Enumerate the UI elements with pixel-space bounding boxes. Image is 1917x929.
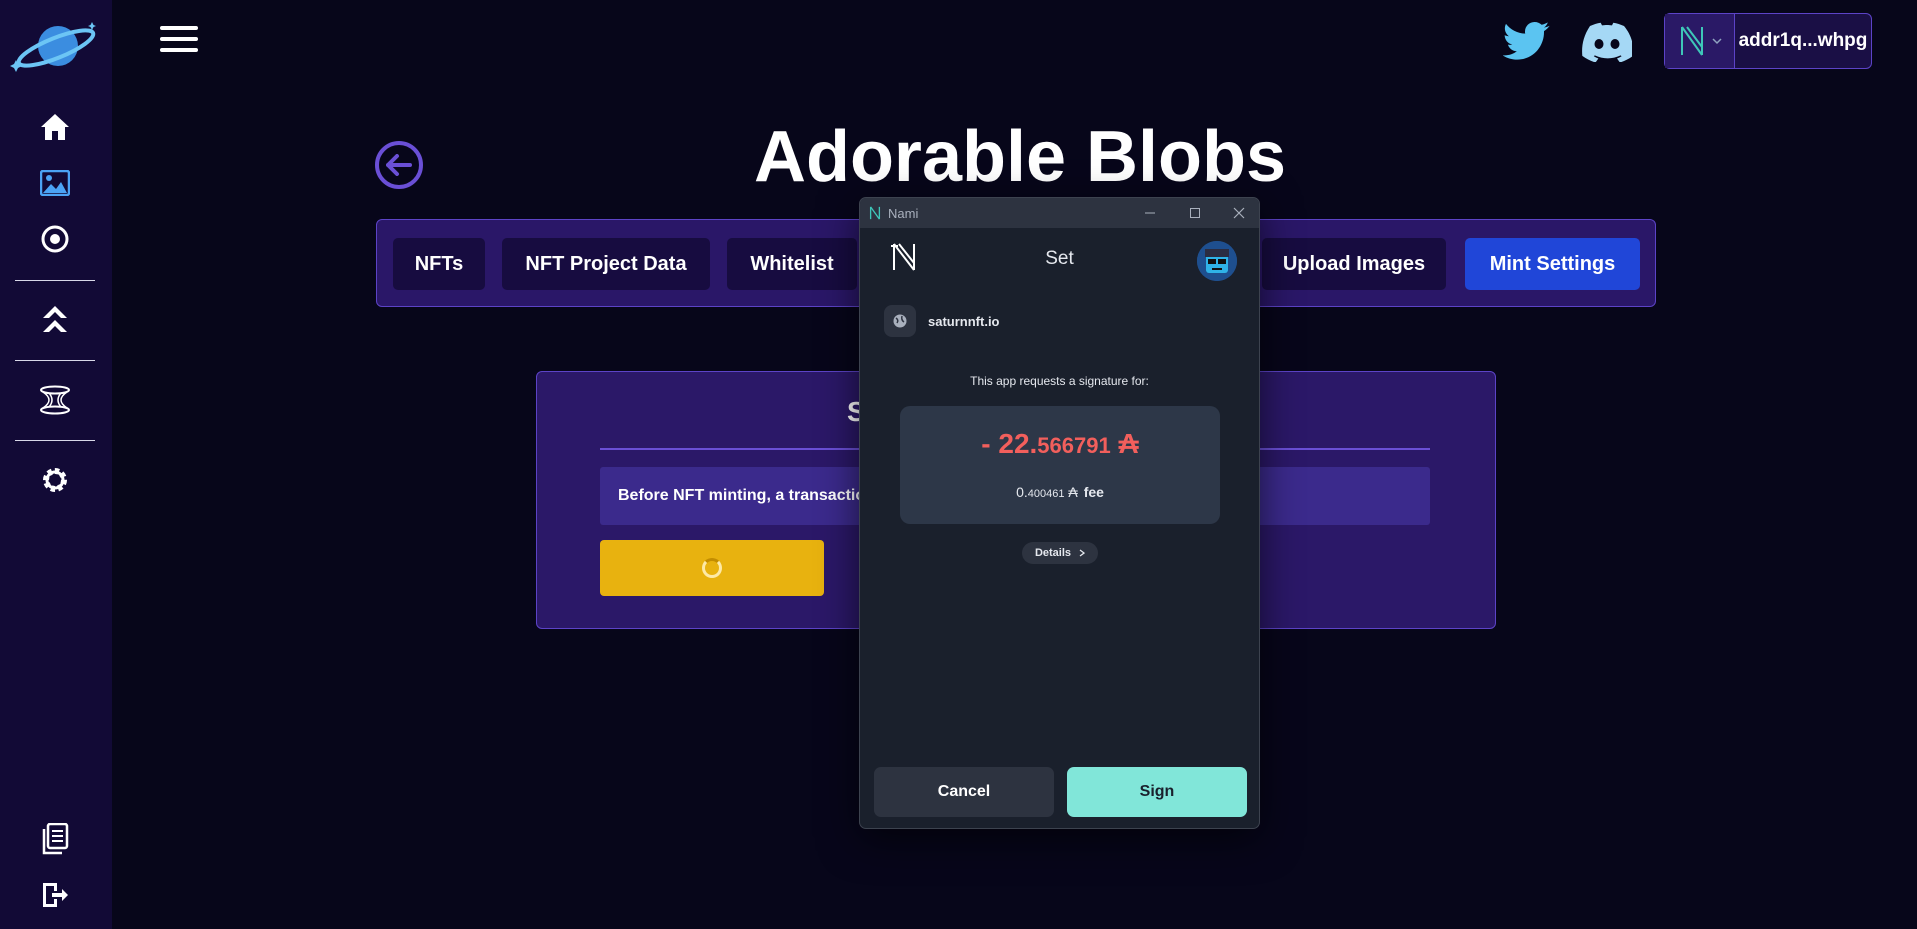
discord-icon[interactable] [1582,22,1632,62]
tab-upload-images[interactable]: Upload Images [1262,238,1446,290]
ada-symbol-icon: ₳ [1118,428,1139,459]
chevrons-up-icon[interactable] [38,302,72,336]
avatar[interactable] [1197,241,1237,281]
nami-logo-icon [891,243,915,271]
menu-hamburger-icon[interactable] [160,26,198,56]
request-origin: saturnnft.io [884,305,1000,337]
saturn-logo[interactable] [10,16,102,76]
fee-decimal: 400461 [1027,488,1065,500]
sidebar-divider [15,360,95,361]
back-button[interactable] [375,141,423,189]
logout-icon[interactable] [38,878,72,912]
close-icon[interactable] [1217,198,1259,228]
nami-wallet-popup: Nami Set saturnnft.io This app requests … [859,197,1260,829]
amount-value: - 22.566791 ₳ [900,428,1220,460]
home-icon[interactable] [38,110,72,144]
wallet-selector[interactable] [1665,14,1735,68]
globe-icon [884,305,916,337]
cable-icon[interactable] [38,383,72,417]
nami-window-icon [869,206,881,220]
document-icon[interactable] [38,822,72,856]
amount-box: - 22.566791 ₳ 0.400461 ₳ fee [900,406,1220,524]
minimize-icon[interactable] [1128,198,1172,228]
sidebar [0,0,112,929]
origin-url: saturnnft.io [928,313,1000,329]
chevron-down-icon [1711,38,1722,45]
target-icon[interactable] [38,222,72,256]
fee-value: 0.400461 ₳ fee [900,484,1220,500]
amount-decimal: 566791 [1037,433,1111,458]
action-button[interactable] [600,540,824,596]
sidebar-divider [15,280,95,281]
wallet-address: addr1q...whpg [1738,30,1868,51]
fee-label: fee [1083,484,1104,500]
popup-header-title: Set [1045,248,1074,269]
arrow-left-icon [386,154,412,176]
request-text: This app requests a signature for: [970,374,1149,388]
image-icon[interactable] [38,166,72,200]
tab-mint-settings[interactable]: Mint Settings [1465,238,1640,290]
info-text: Before NFT minting, a transactio [618,487,866,504]
fee-integer: 0. [1016,484,1028,500]
fee-ada-symbol: ₳ [1068,484,1078,500]
cancel-button[interactable]: Cancel [874,767,1054,817]
chevron-right-icon [1079,549,1086,557]
tab-nft-project-data[interactable]: NFT Project Data [502,238,710,290]
maximize-icon[interactable] [1173,198,1217,228]
gear-icon[interactable] [38,463,72,497]
loading-spinner-icon [702,558,722,578]
amount-integer: - 22. [981,428,1038,459]
wallet-connect-button[interactable]: addr1q...whpg [1664,13,1872,69]
nami-wallet-icon [1680,26,1703,56]
sidebar-divider [15,440,95,441]
sign-button[interactable]: Sign [1067,767,1247,817]
details-button[interactable]: Details [1022,542,1098,564]
tab-whitelist[interactable]: Whitelist [727,238,857,290]
window-title: Nami [888,205,919,221]
twitter-icon[interactable] [1503,20,1551,62]
page-title: Adorable Blobs [753,117,1287,197]
tab-nfts[interactable]: NFTs [393,238,485,290]
details-label: Details [1034,547,1072,559]
